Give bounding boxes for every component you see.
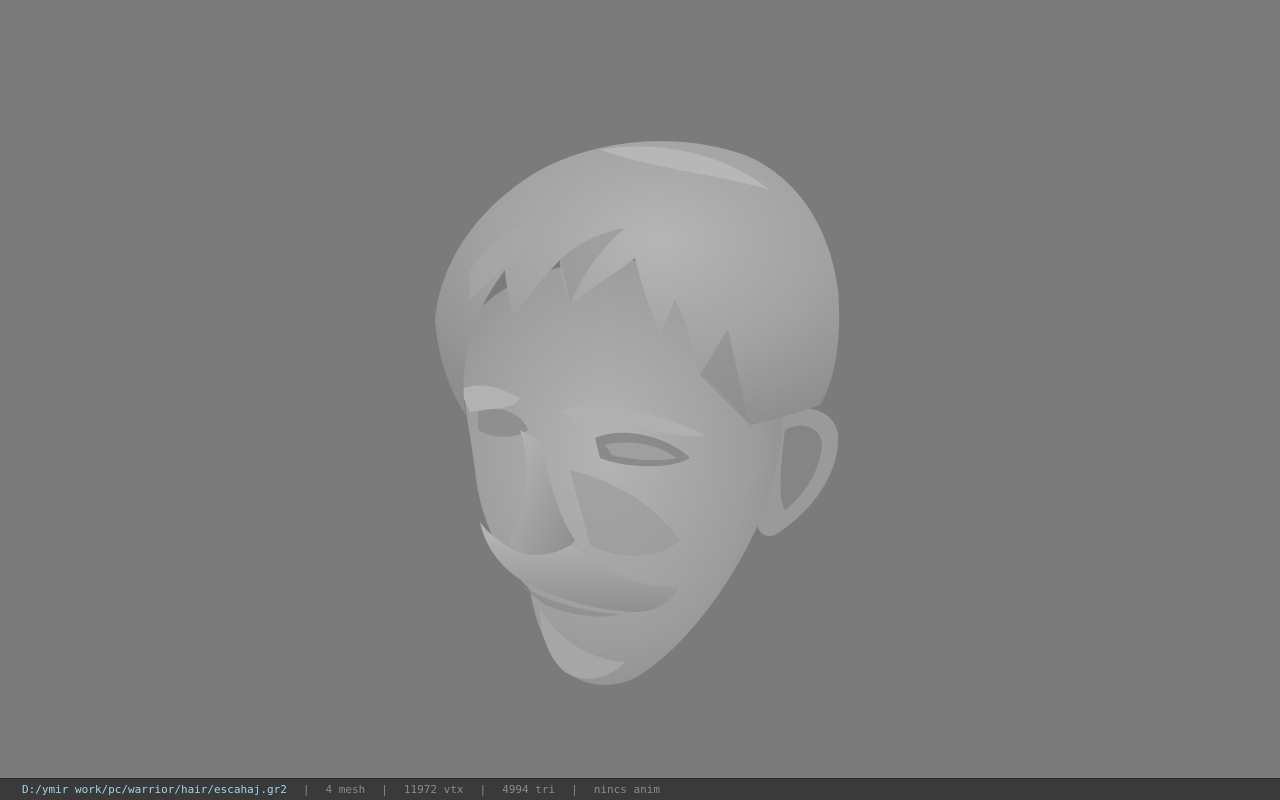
status-separator: | xyxy=(302,783,310,796)
mesh-count-label: 4 mesh xyxy=(325,783,366,796)
status-separator: | xyxy=(381,783,388,796)
status-separator: | xyxy=(571,783,578,796)
file-path-label: D:/ymir work/pc/warrior/hair/escahaj.gr2 xyxy=(22,783,287,796)
status-separator: | xyxy=(479,783,487,796)
vertex-count-label: 11972 vtx xyxy=(403,783,464,796)
head-model-render[interactable] xyxy=(0,0,1280,778)
status-bar: D:/ymir work/pc/warrior/hair/escahaj.gr2… xyxy=(0,778,1280,800)
animation-status-label: nincs anim xyxy=(593,783,660,796)
triangle-count-label: 4994 tri xyxy=(502,783,556,796)
3d-viewport[interactable] xyxy=(0,0,1280,778)
